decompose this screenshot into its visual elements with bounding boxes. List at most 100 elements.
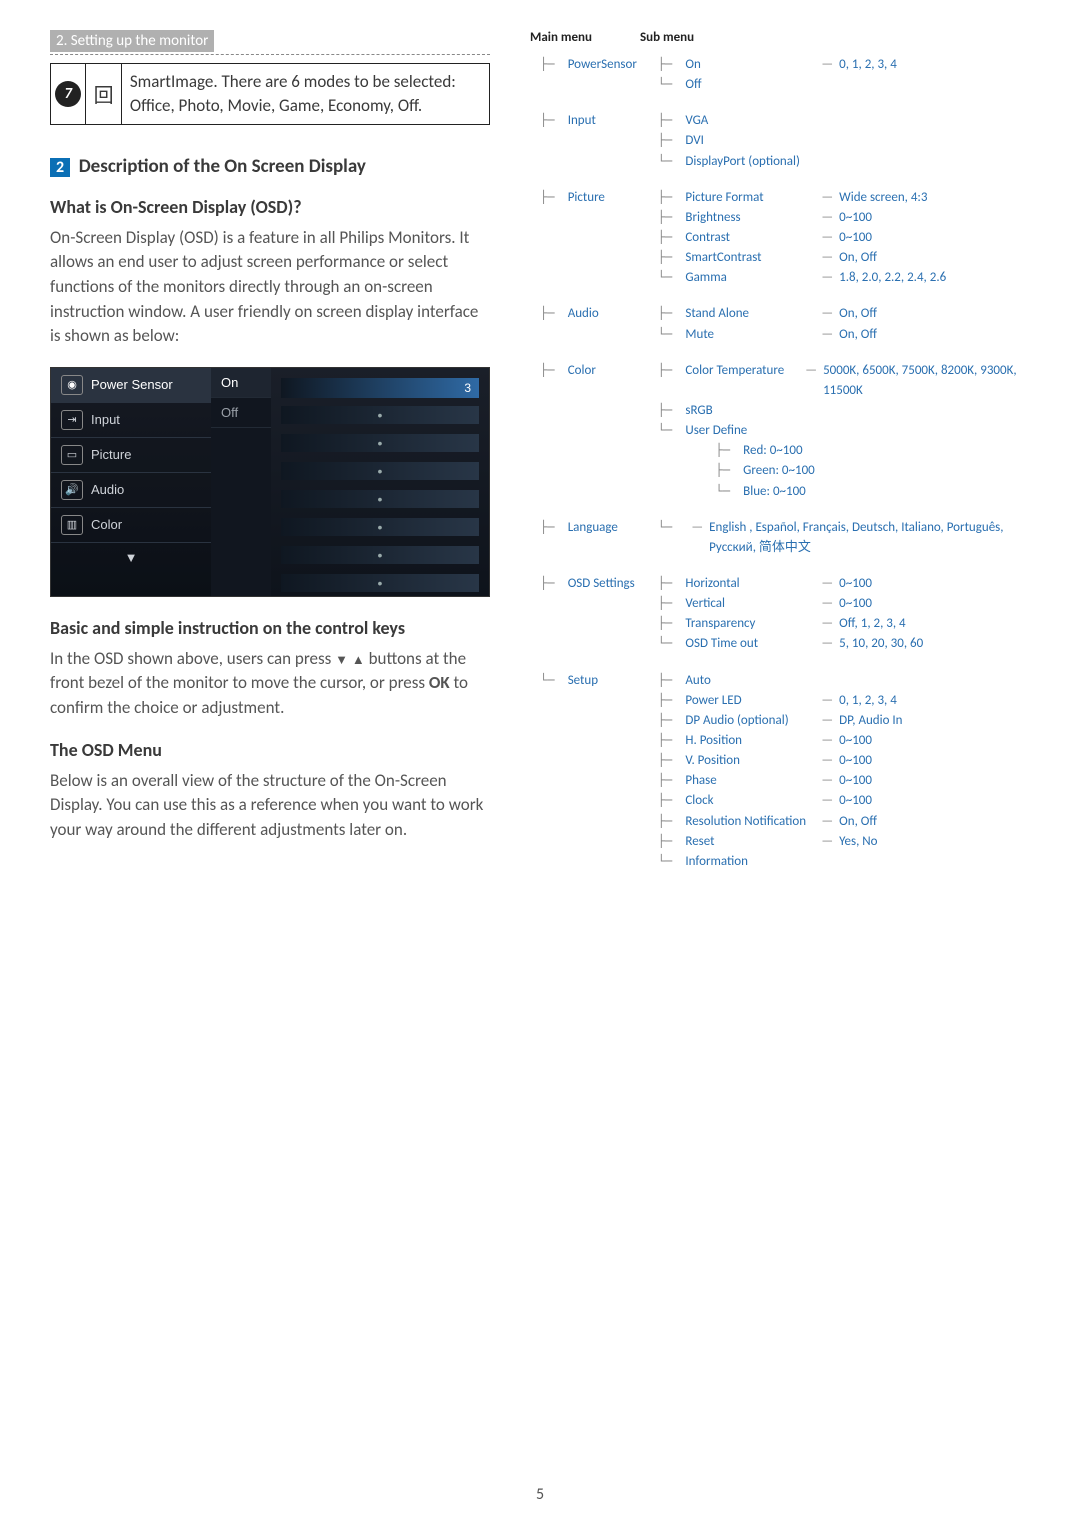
tree-sub-key: Phase <box>685 771 815 791</box>
ok-label: OK <box>429 672 450 693</box>
tree-sub-key: Contrast <box>685 228 815 248</box>
tree-main-node: └─ Setup├─ Auto├─ Power LED—0, 1, 2, 3, … <box>540 671 1030 872</box>
tree-sub-value: 0~100 <box>839 228 872 248</box>
osd-menu-body: Below is an overall view of the structur… <box>50 769 490 843</box>
tree-sub-item: ├─ Picture Format—Wide screen, 4:3 <box>658 188 1030 208</box>
tree-sub-item: └─ Information <box>658 852 1030 872</box>
tree-header-sub: Sub menu <box>640 30 694 45</box>
osd-option-on[interactable]: On <box>211 368 271 398</box>
osd-item-color[interactable]: ▥Color <box>51 508 211 543</box>
tree-sub-key: V. Position <box>685 751 815 771</box>
text: In the OSD shown above, users can press <box>50 648 335 669</box>
tree-sub-key: Information <box>685 852 815 872</box>
osd-item-down[interactable]: ▼ <box>51 543 211 572</box>
tree-sub-value: 0~100 <box>839 594 872 614</box>
tree-sub-value: English , Español, Français, Deutsch, It… <box>709 518 1030 558</box>
tree-sub-key: OSD Time out <box>685 634 815 654</box>
tree-sub-value: 0~100 <box>839 208 872 228</box>
tree-sub-value: 0~100 <box>839 771 872 791</box>
tree-main-label: Picture <box>568 188 658 208</box>
tree-main-node: ├─ Audio├─ Stand Alone—On, Off└─ Mute—On… <box>540 304 1030 344</box>
tree-nested-item: ├─ Green: 0~100 <box>658 461 1030 481</box>
tree-sub-item: ├─ On—0, 1, 2, 3, 4 <box>658 55 1030 75</box>
page-number: 5 <box>0 1485 1080 1504</box>
osd-item-power-sensor[interactable]: ◉ Power Sensor <box>51 368 211 403</box>
tree-sub-value: 0~100 <box>839 751 872 771</box>
osd-item-label: Picture <box>91 447 131 462</box>
tree-sub-key: DVI <box>685 131 815 151</box>
tree-sub-value: 1.8, 2.0, 2.2, 2.4, 2.6 <box>839 268 946 288</box>
tree-block: ├─ Color├─ Color Temperature—5000K, 6500… <box>540 361 1030 502</box>
tree-sub-value: 5000K, 6500K, 7500K, 8200K, 9300K, 11500… <box>823 361 1030 401</box>
tree-block: ├─ Picture├─ Picture Format—Wide screen,… <box>540 188 1030 289</box>
tree-sub-key: sRGB <box>685 401 815 421</box>
input-icon: ⇥ <box>61 410 83 430</box>
tree-block: ├─ Input├─ VGA├─ DVI└─ DisplayPort (opti… <box>540 111 1030 171</box>
tree-main-label: Audio <box>568 304 658 324</box>
osd-dot-row: • <box>281 406 479 424</box>
tree-sub-key: Stand Alone <box>685 304 815 324</box>
tree-sub-value: Wide screen, 4:3 <box>839 188 927 208</box>
tree-sub-key: Vertical <box>685 594 815 614</box>
tree-sub-item: ├─ Horizontal—0~100 <box>658 574 1030 594</box>
tree-nested-item: ├─ Red: 0~100 <box>658 441 1030 461</box>
color-icon: ▥ <box>61 515 83 535</box>
osd-value-pane: 3 • • • • • • • <box>271 368 489 596</box>
tree-main-label: PowerSensor <box>568 55 658 75</box>
tree-header-main: Main menu <box>530 30 620 45</box>
tree-sub-value: 0, 1, 2, 3, 4 <box>839 691 897 711</box>
tree-sub-item: ├─ Reset—Yes, No <box>658 832 1030 852</box>
tree-sub-item: └─ —English , Español, Français, Deutsch… <box>658 518 1030 558</box>
row-number-cell: 7 <box>51 64 86 124</box>
tree-sub-key: Color Temperature <box>685 361 799 401</box>
tree-sub-item: ├─ Resolution Notification—On, Off <box>658 812 1030 832</box>
osd-item-picture[interactable]: ▭Picture <box>51 438 211 473</box>
osd-item-label: Power Sensor <box>91 377 173 392</box>
tree-sub-key: Transparency <box>685 614 815 634</box>
tree-sub-item: ├─ Auto <box>658 671 1030 691</box>
chevron-down-icon: ▼ <box>125 550 138 565</box>
tree-main-label: Input <box>568 111 658 131</box>
tree-sub-key: Clock <box>685 791 815 811</box>
tree-sub-key: DP Audio (optional) <box>685 711 815 731</box>
tree-sub-item: ├─ Contrast—0~100 <box>658 228 1030 248</box>
section-2-title: 2 Description of the On Screen Display <box>50 155 490 178</box>
osd-menu-list: ◉ Power Sensor ⇥Input ▭Picture 🔊Audio ▥Co… <box>51 368 211 596</box>
osd-item-audio[interactable]: 🔊Audio <box>51 473 211 508</box>
control-keys-heading: Basic and simple instruction on the cont… <box>50 617 490 639</box>
tree-sub-item: ├─ VGA <box>658 111 1030 131</box>
osd-screenshot: ◉ Power Sensor ⇥Input ▭Picture 🔊Audio ▥Co… <box>50 367 490 597</box>
row-number-badge: 7 <box>55 81 81 107</box>
osd-dot-row: • <box>281 434 479 452</box>
tree-sub-item: ├─ Vertical—0~100 <box>658 594 1030 614</box>
tree-sub-item: ├─ Stand Alone—On, Off <box>658 304 1030 324</box>
tree-sub-item: └─ OSD Time out—5, 10, 20, 30, 60 <box>658 634 1030 654</box>
osd-item-input[interactable]: ⇥Input <box>51 403 211 438</box>
tree-main-label: Setup <box>568 671 658 691</box>
tree-main-node: ├─ OSD Settings├─ Horizontal—0~100├─ Ver… <box>540 574 1030 655</box>
osd-dot-row: • <box>281 574 479 592</box>
tree-sub-value: Yes, No <box>839 832 877 852</box>
tree-sub-item: └─ User Define <box>658 421 1030 441</box>
tree-main-node: ├─ Color├─ Color Temperature—5000K, 6500… <box>540 361 1030 502</box>
smartimage-text: SmartImage. There are 6 modes to be sele… <box>122 64 489 124</box>
osd-value-bar: 3 <box>281 378 479 398</box>
tree-sub-value: 5, 10, 20, 30, 60 <box>839 634 923 654</box>
tree-sub-key: Resolution Notification <box>685 812 815 832</box>
tree-sub-key: Picture Format <box>685 188 815 208</box>
tree-sub-item: ├─ H. Position—0~100 <box>658 731 1030 751</box>
tree-sub-value: On, Off <box>839 304 877 324</box>
audio-icon: 🔊 <box>61 480 83 500</box>
divider <box>50 54 490 55</box>
sensor-icon: ◉ <box>61 375 83 395</box>
tree-sub-item: ├─ DP Audio (optional)—DP, Audio In <box>658 711 1030 731</box>
tree-sub-item: ├─ Brightness—0~100 <box>658 208 1030 228</box>
tree-block: ├─ Audio├─ Stand Alone—On, Off└─ Mute—On… <box>540 304 1030 344</box>
osd-option-off[interactable]: Off <box>211 398 271 428</box>
section-number-badge: 2 <box>50 158 70 177</box>
tree-sub-value: 0, 1, 2, 3, 4 <box>839 55 897 75</box>
tree-sub-key: H. Position <box>685 731 815 751</box>
tree-sub-item: └─ DisplayPort (optional) <box>658 152 1030 172</box>
osd-tree: ├─ PowerSensor├─ On—0, 1, 2, 3, 4└─ Off├… <box>530 55 1030 872</box>
tree-sub-key: Reset <box>685 832 815 852</box>
